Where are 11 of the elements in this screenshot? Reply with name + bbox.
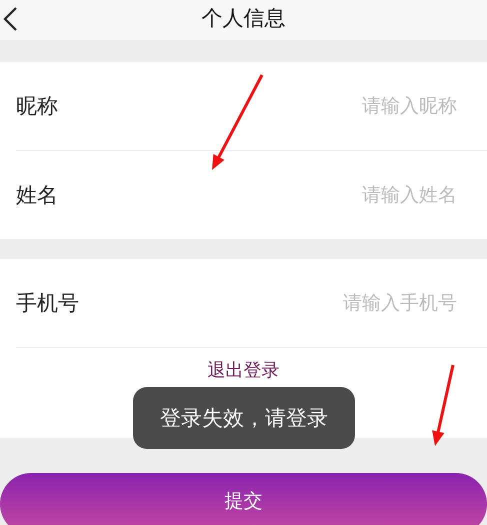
- page-title: 个人信息: [202, 6, 286, 32]
- logout-link[interactable]: 退出登录: [208, 360, 280, 382]
- field-label: 手机号: [16, 290, 79, 317]
- submit-button[interactable]: 提交: [0, 473, 487, 525]
- back-chevron-icon[interactable]: [2, 6, 18, 32]
- login-toast: 登录失效，请登录: [133, 387, 355, 449]
- input-field[interactable]: 请输入姓名: [255, 183, 459, 207]
- input-field[interactable]: 请输入手机号: [255, 291, 459, 315]
- field-label: 姓名: [16, 182, 58, 209]
- field-label: 昵称: [16, 93, 58, 120]
- input-field[interactable]: 请输入昵称: [255, 94, 459, 118]
